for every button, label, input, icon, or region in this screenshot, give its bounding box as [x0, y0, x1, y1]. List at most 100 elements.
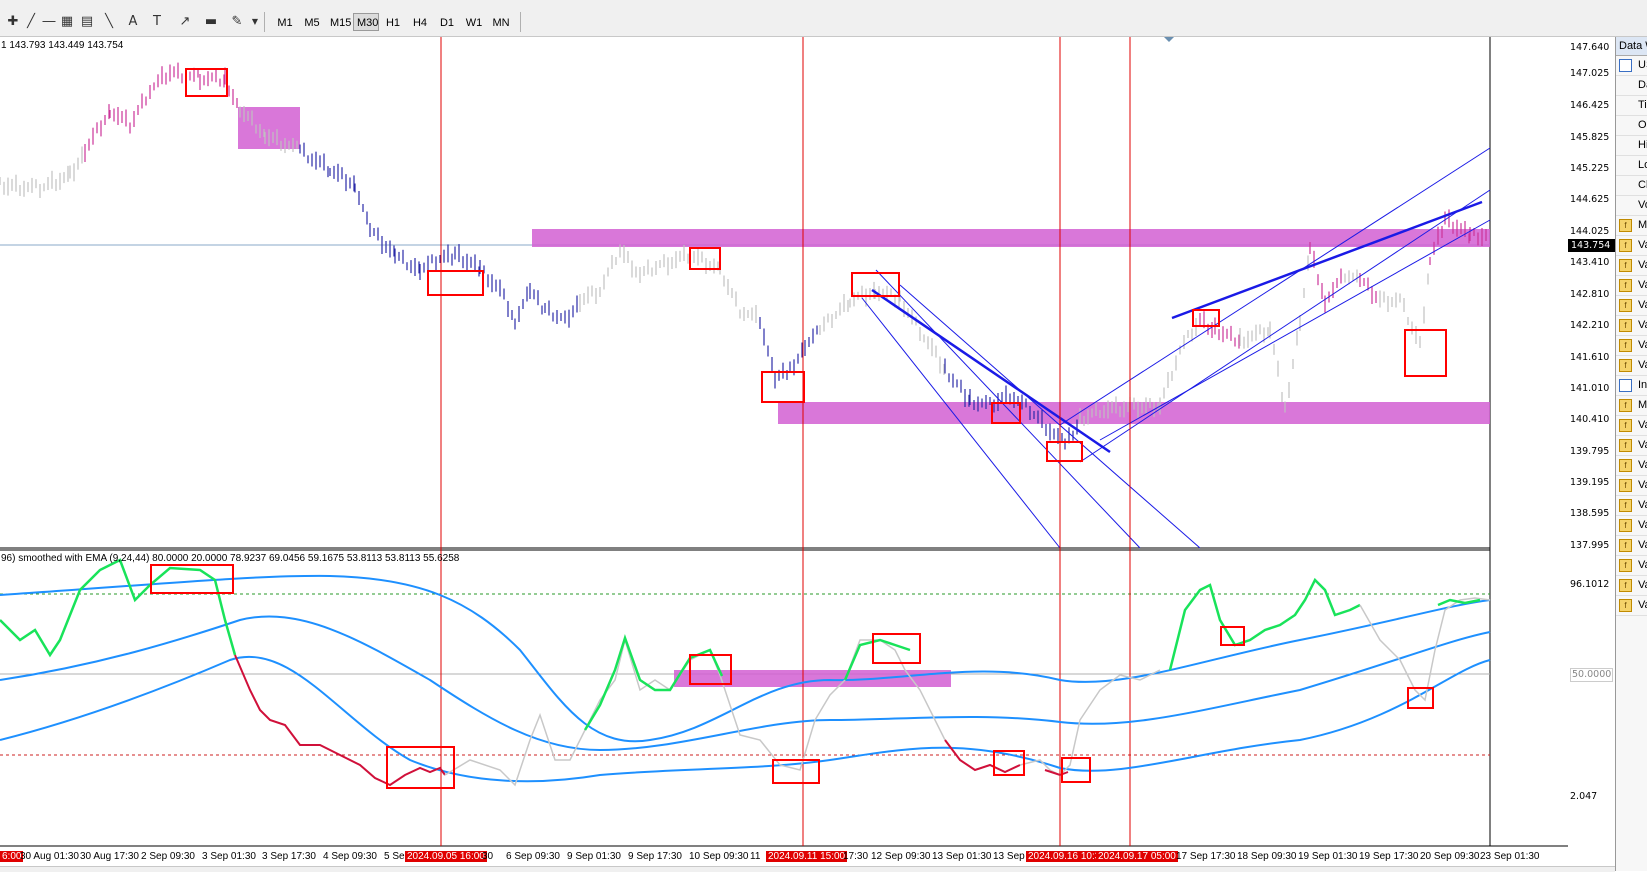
- label-tool-icon[interactable]: T: [148, 12, 166, 30]
- time-axis-label: 9 Sep 17:30: [628, 851, 682, 862]
- time-axis-label: 6 Sep 09:30: [506, 851, 560, 862]
- data-window-row-label: Va: [1638, 359, 1647, 371]
- price-axis-label: 139.795: [1570, 446, 1610, 457]
- data-window-row: Hi: [1616, 136, 1647, 156]
- function-icon: f: [1619, 599, 1632, 612]
- data-window-row: Ti: [1616, 96, 1647, 116]
- time-axis-label: 2024.09.17 05:00: [1096, 851, 1178, 862]
- price-axis-label: 145.225: [1570, 163, 1610, 174]
- channel-tool-icon[interactable]: ▦: [58, 12, 76, 30]
- function-icon: f: [1619, 499, 1632, 512]
- data-window-row-label: Va: [1638, 439, 1647, 451]
- data-window-row: f Va: [1616, 496, 1647, 516]
- time-axis-label: 5 Se: [384, 851, 405, 862]
- time-axis-label: 9 Sep 01:30: [567, 851, 621, 862]
- timeframe-mn[interactable]: MN: [488, 13, 514, 31]
- time-axis-label: 20 Sep 09:30: [1420, 851, 1480, 862]
- timeframe-h1[interactable]: H1: [380, 13, 406, 31]
- function-icon: f: [1619, 319, 1632, 332]
- data-window-row: f Va: [1616, 236, 1647, 256]
- time-axis-label: 12 Sep 09:30: [871, 851, 931, 862]
- time-axis-label: 3 Sep 01:30: [202, 851, 256, 862]
- function-icon: f: [1619, 459, 1632, 472]
- angle-tool-icon[interactable]: ╲: [100, 12, 118, 30]
- data-window-row-label: Va: [1638, 559, 1647, 571]
- toolbar-separator: [520, 12, 521, 32]
- cursor-icon[interactable]: ✚: [4, 12, 22, 30]
- data-window-row-label: US: [1638, 59, 1647, 71]
- timeframe-d1[interactable]: D1: [434, 13, 460, 31]
- data-window-row: In: [1616, 376, 1647, 396]
- data-window-row-label: Ti: [1638, 99, 1647, 111]
- data-window-row: f Va: [1616, 336, 1647, 356]
- function-icon: f: [1619, 239, 1632, 252]
- data-window-row-label: Va: [1638, 239, 1647, 251]
- status-bar: [0, 866, 1615, 872]
- timeframe-m5[interactable]: M5: [299, 13, 325, 31]
- dropdown-icon[interactable]: ▼: [246, 12, 264, 30]
- data-window-row: fM: [1616, 396, 1647, 416]
- price-axis-label: 139.195: [1570, 477, 1610, 488]
- data-window-row: f Va: [1616, 556, 1647, 576]
- data-window-row-label: Va: [1638, 259, 1647, 271]
- time-axis-label: 13 Sep: [993, 851, 1025, 862]
- timeframe-m1[interactable]: M1: [272, 13, 298, 31]
- text-tool-icon[interactable]: A: [124, 12, 142, 30]
- data-window-row: f Va: [1616, 276, 1647, 296]
- time-axis-label: 19 Sep 17:30: [1359, 851, 1419, 862]
- time-axis-label: 30: [482, 851, 494, 862]
- hline-tool-icon[interactable]: ―: [40, 12, 58, 30]
- function-icon: f: [1619, 579, 1632, 592]
- price-axis-label: 137.995: [1570, 540, 1610, 551]
- time-axis-label: 2024.09.05 16:00: [405, 851, 487, 862]
- price-axis-label: 142.210: [1570, 320, 1610, 331]
- data-window-row: Cl: [1616, 176, 1647, 196]
- chart-canvas[interactable]: [0, 37, 1568, 871]
- data-window-row: f Va: [1616, 516, 1647, 536]
- price-axis-label: 144.025: [1570, 226, 1610, 237]
- time-axis-label: 11: [750, 851, 761, 862]
- time-axis-label: 30 Aug 17:30: [80, 851, 139, 862]
- time-axis-label: 10 Sep 09:30: [689, 851, 749, 862]
- function-icon: f: [1619, 479, 1632, 492]
- toolbar-separator: [264, 12, 265, 32]
- timeframe-m30[interactable]: M30: [353, 13, 379, 31]
- timeframe-h4[interactable]: H4: [407, 13, 433, 31]
- data-window-row: f Va: [1616, 576, 1647, 596]
- data-window-row-label: Va: [1638, 279, 1647, 291]
- data-window-row-label: Hi: [1638, 139, 1647, 151]
- price-axis-label: 143.410: [1570, 257, 1610, 268]
- data-window-row-label: Va: [1638, 579, 1647, 591]
- timeframe-w1[interactable]: W1: [461, 13, 487, 31]
- function-icon: f: [1619, 519, 1632, 532]
- data-window-row-label: Va: [1638, 319, 1647, 331]
- function-icon: f: [1619, 299, 1632, 312]
- function-icon: f: [1619, 439, 1632, 452]
- data-window-row: f Va: [1616, 536, 1647, 556]
- data-window-row-label: Vo: [1638, 199, 1647, 211]
- data-window-row: f Va: [1616, 596, 1647, 616]
- data-window-row-label: Va: [1638, 599, 1647, 611]
- indicator-info: 96) smoothed with EMA (9,24,44) 80.0000 …: [1, 553, 460, 564]
- time-axis-label: 30 Aug 01:30: [20, 851, 79, 862]
- data-window[interactable]: Data W USDaTiOpHiLoClVofMfVafVafVafVafVa…: [1615, 37, 1647, 871]
- data-window-row-label: Cl: [1638, 179, 1647, 191]
- data-window-row-label: Lo: [1638, 159, 1647, 171]
- data-window-row: f Va: [1616, 436, 1647, 456]
- line-tool-icon[interactable]: ╱: [22, 12, 40, 30]
- template-icon[interactable]: ✎: [228, 12, 246, 30]
- shape-tool-icon[interactable]: ▬: [202, 12, 220, 30]
- function-icon: f: [1619, 279, 1632, 292]
- data-window-row-label: Va: [1638, 459, 1647, 471]
- fibo-tool-icon[interactable]: ▤: [78, 12, 96, 30]
- time-axis-label: 23 Sep 01:30: [1480, 851, 1540, 862]
- time-axis-label: 2024.09.11 15:00: [766, 851, 848, 862]
- time-axis-label: 2 Sep 09:30: [141, 851, 195, 862]
- price-axis-label: 141.610: [1570, 352, 1610, 363]
- timeframe-m15[interactable]: M15: [326, 13, 352, 31]
- price-axis-label: 144.625: [1570, 194, 1610, 205]
- arrow-tool-icon[interactable]: ↗: [176, 12, 194, 30]
- data-window-row: US: [1616, 56, 1647, 76]
- data-window-row: f Va: [1616, 456, 1647, 476]
- time-axis-label: 3 Sep 17:30: [262, 851, 316, 862]
